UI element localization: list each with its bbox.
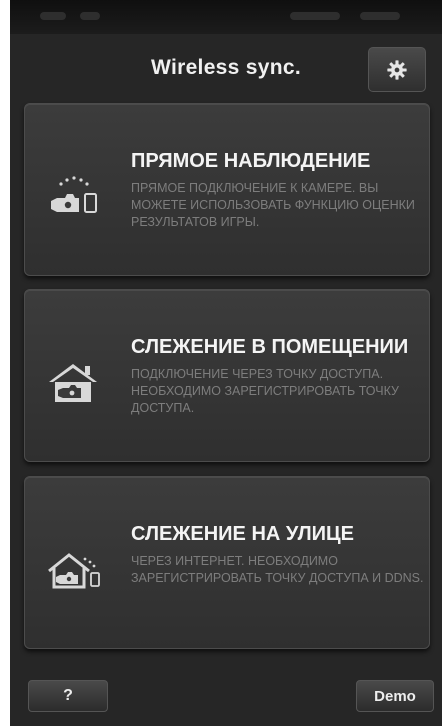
status-icon bbox=[80, 12, 100, 20]
status-bar bbox=[10, 0, 442, 34]
help-button[interactable]: ? bbox=[28, 680, 108, 712]
status-icon bbox=[40, 12, 66, 20]
header: Wireless sync. bbox=[10, 34, 442, 102]
outdoor-monitoring-button[interactable]: СЛЕЖЕНИЕ НА УЛИЦЕ ЧЕРЕЗ ИНТЕРНЕТ. НЕОБХО… bbox=[24, 476, 430, 649]
card-title: СЛЕЖЕНИЕ НА УЛИЦЕ bbox=[131, 523, 354, 545]
card-description: ЧЕРЕЗ ИНТЕРНЕТ. НЕОБХОДИМО ЗАРЕГИСТРИРОВ… bbox=[131, 554, 424, 585]
outdoor-camera-icon bbox=[48, 553, 100, 589]
status-icon bbox=[360, 12, 400, 20]
camera-direct-icon bbox=[51, 176, 97, 213]
home-camera-icon bbox=[49, 364, 97, 402]
gear-icon bbox=[387, 59, 407, 80]
direct-monitoring-button[interactable]: ПРЯМОЕ НАБЛЮДЕНИЕ ПРЯМОЕ ПОДКЛЮЧЕНИЕ К К… bbox=[24, 103, 430, 276]
card-title: СЛЕЖЕНИЕ В ПОМЕЩЕНИИ bbox=[131, 336, 409, 358]
demo-button[interactable]: Demo bbox=[356, 680, 434, 712]
status-icon bbox=[290, 12, 340, 20]
settings-button[interactable] bbox=[368, 47, 426, 92]
footer: ? Demo bbox=[10, 650, 442, 726]
card-title: ПРЯМОЕ НАБЛЮДЕНИЕ bbox=[131, 150, 371, 172]
card-description: ПРЯМОЕ ПОДКЛЮЧЕНИЕ К КАМЕРЕ. ВЫ МОЖЕТЕ И… bbox=[131, 181, 415, 229]
indoor-monitoring-button[interactable]: СЛЕЖЕНИЕ В ПОМЕЩЕНИИ ПОДКЛЮЧЕНИЕ ЧЕРЕЗ Т… bbox=[24, 289, 430, 462]
app-screen: Wireless sync. ПРЯМОЕ НАБЛЮДЕНИЕ ПРЯМОЕ … bbox=[10, 0, 442, 726]
card-description: ПОДКЛЮЧЕНИЕ ЧЕРЕЗ ТОЧКУ ДОСТУПА. НЕОБХОД… bbox=[131, 367, 399, 415]
